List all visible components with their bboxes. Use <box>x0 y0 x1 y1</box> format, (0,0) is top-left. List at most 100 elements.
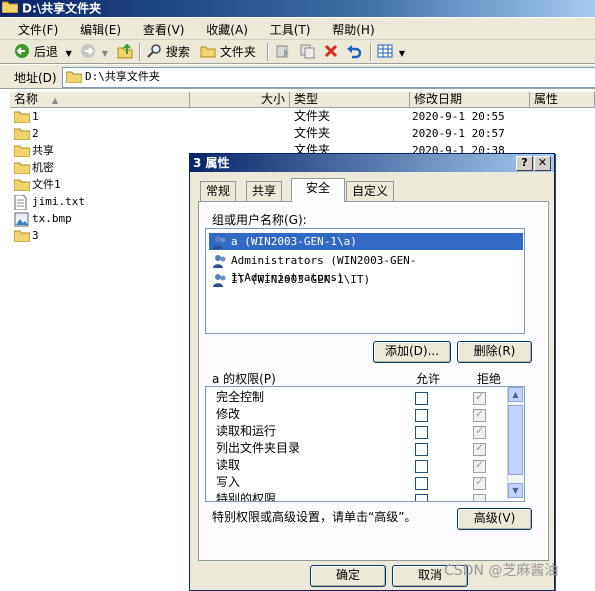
address-input[interactable]: D:\共享文件夹 <box>62 67 595 88</box>
tab-sharing[interactable]: 共享 <box>246 181 283 201</box>
up-folder-button[interactable] <box>117 43 133 61</box>
file-row[interactable]: 2 文件夹 2020-9-1 20:57 <box>10 125 595 142</box>
permission-name: 列出文件夹目录 <box>216 441 301 455</box>
allow-checkbox[interactable] <box>415 443 428 456</box>
copy-to-button[interactable] <box>299 43 315 61</box>
delete-button[interactable] <box>323 43 339 61</box>
deny-checkbox[interactable]: ✓ <box>473 407 486 422</box>
back-label: 后退 <box>33 45 58 59</box>
deny-checkbox[interactable] <box>473 494 486 501</box>
user-row[interactable]: Administrators (WIN2003-GEN-1\Administra… <box>209 252 523 284</box>
check-icon: ✓ <box>475 407 485 420</box>
move-to-button[interactable] <box>275 43 291 61</box>
deny-checkbox[interactable]: ✓ <box>473 458 486 473</box>
file-name: 机密 <box>32 161 54 174</box>
search-button[interactable]: 搜索 <box>146 43 190 61</box>
tab-custom[interactable]: 自定义 <box>346 181 395 201</box>
column-name[interactable]: 名称 ▲ <box>10 92 190 108</box>
dialog-titlebar[interactable]: 3 属性 <box>190 154 554 172</box>
deny-checkbox[interactable]: ✓ <box>473 424 486 439</box>
allow-checkbox[interactable] <box>415 392 428 405</box>
add-button[interactable]: 添加(D)... <box>373 341 451 363</box>
check-icon: ✓ <box>475 424 485 437</box>
menu-favorites[interactable]: 收藏(A) <box>206 21 248 38</box>
tab-general[interactable]: 常规 <box>200 181 237 201</box>
column-type[interactable]: 类型 <box>290 92 410 108</box>
allow-checkbox[interactable] <box>415 477 428 490</box>
user-name: a (WIN2003-GEN-1\a) <box>231 235 357 248</box>
list-header: 名称 ▲ 大小 类型 修改日期 属性 <box>10 92 595 108</box>
allow-checkbox[interactable] <box>415 460 428 473</box>
menu-file[interactable]: 文件(F) <box>18 21 58 38</box>
deny-checkbox[interactable]: ✓ <box>473 390 486 405</box>
search-icon <box>147 44 161 58</box>
tab-security[interactable]: 安全 <box>291 178 345 202</box>
forward-dropdown-icon[interactable]: ▼ <box>102 49 108 58</box>
advanced-button[interactable]: 高级(V) <box>457 508 532 530</box>
deny-header: 拒绝 <box>477 372 502 386</box>
watermark: CSDN @芝麻酱油 <box>444 563 559 579</box>
back-button[interactable]: 后退 ▼ <box>14 43 72 61</box>
check-icon: ✓ <box>475 475 485 488</box>
permission-name: 写入 <box>216 475 241 489</box>
undo-button[interactable] <box>346 43 362 61</box>
permission-name: 特别的权限 <box>216 492 277 502</box>
deny-checkbox[interactable]: ✓ <box>473 475 486 490</box>
allow-checkbox[interactable] <box>415 426 428 439</box>
user-row[interactable]: a (WIN2003-GEN-1\a) <box>209 233 523 250</box>
folders-button[interactable]: 文件夹 <box>200 43 256 61</box>
user-name: IT (WIN2003-GEN-1\IT) <box>231 273 371 286</box>
folder-icon <box>1 0 19 18</box>
search-label: 搜索 <box>165 45 190 59</box>
ok-button[interactable]: 确定 <box>310 565 386 587</box>
file-name: 文件1 <box>32 178 61 191</box>
column-size[interactable]: 大小 <box>190 92 290 108</box>
address-bar: 地址(D) D:\共享文件夹 <box>0 65 595 89</box>
file-name: 2 <box>32 127 39 140</box>
permissions-scrollbar[interactable]: ▲ ▼ <box>507 387 524 499</box>
views-grid-icon <box>377 44 393 58</box>
permissions-list: ▲ ▼ 完全控制 ✓ 修改 ✓ 读取和运行 ✓ 列出文件夹目录 ✓ 读取 ✓ 写入 ✓ 特别的权限 <box>205 386 525 502</box>
file-row[interactable]: 1 文件夹 2020-9-1 20:55 <box>10 108 595 125</box>
file-name: jimi.txt <box>32 195 85 208</box>
menu-edit[interactable]: 编辑(E) <box>80 21 121 38</box>
permission-name: 读取 <box>216 458 241 472</box>
menu-help[interactable]: 帮助(H) <box>332 21 374 38</box>
scroll-thumb[interactable] <box>508 405 523 475</box>
file-name: 共享 <box>32 144 54 157</box>
special-note: 特别权限或高级设置，请单击“高级”。 <box>212 510 417 524</box>
column-modified[interactable]: 修改日期 <box>410 92 530 108</box>
back-arrow-icon <box>15 44 29 58</box>
copy-to-icon <box>300 44 315 59</box>
folder-icon <box>13 229 31 247</box>
window-titlebar[interactable]: D:\共享文件夹 <box>0 0 595 17</box>
check-icon: ✓ <box>475 390 485 403</box>
address-value: D:\共享文件夹 <box>85 70 160 83</box>
file-modified: 2020-9-1 20:57 <box>412 127 505 140</box>
help-button[interactable]: ? <box>516 156 533 171</box>
file-modified: 2020-9-1 20:55 <box>412 110 505 123</box>
allow-checkbox[interactable] <box>415 409 428 422</box>
remove-button[interactable]: 删除(R) <box>457 341 532 363</box>
menu-view[interactable]: 查看(V) <box>143 21 185 38</box>
scroll-up-icon[interactable]: ▲ <box>508 387 523 402</box>
menu-tools[interactable]: 工具(T) <box>270 21 311 38</box>
views-button[interactable]: ▼ <box>377 43 405 61</box>
user-row[interactable]: IT (WIN2003-GEN-1\IT) <box>209 271 523 288</box>
delete-x-icon <box>324 44 338 58</box>
check-icon: ✓ <box>475 441 485 454</box>
column-attributes[interactable]: 属性 <box>530 92 595 108</box>
forward-button[interactable]: ▼ <box>80 43 108 61</box>
allow-header: 允许 <box>416 372 441 386</box>
up-folder-icon <box>117 43 133 59</box>
back-dropdown-icon[interactable]: ▼ <box>66 49 72 58</box>
folders-icon <box>200 46 216 58</box>
allow-checkbox[interactable] <box>415 494 428 501</box>
deny-checkbox[interactable]: ✓ <box>473 441 486 456</box>
close-button[interactable]: ✕ <box>534 156 551 171</box>
toolbar: 后退 ▼ ▼ 搜索 文件夹 ▼ <box>0 40 595 64</box>
permission-name: 修改 <box>216 407 241 421</box>
scroll-down-icon[interactable]: ▼ <box>508 483 523 498</box>
move-to-icon <box>276 45 289 58</box>
file-type: 文件夹 <box>294 109 331 123</box>
